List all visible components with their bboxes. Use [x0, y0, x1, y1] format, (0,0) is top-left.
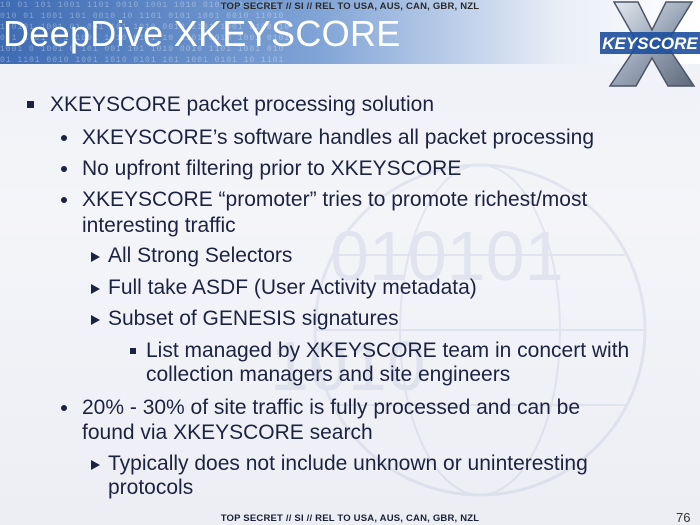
bullet-level4-continuation: collection managers and site engineers [146, 363, 511, 386]
bullet-dot-icon [61, 405, 67, 411]
bullet-level2: XKEYSCORE’s software handles all packet … [82, 126, 595, 149]
bullet-dot-icon [61, 166, 67, 172]
bullet-level4: List managed by XKEYSCORE team in concer… [146, 339, 630, 362]
classification-banner-bottom: TOP SECRET // SI // REL TO USA, AUS, CAN… [220, 513, 480, 524]
bullet-level2: XKEYSCORE “promoter” tries to promote ri… [82, 188, 588, 211]
bullet-triangle-icon [91, 315, 100, 325]
bullet-level2: 20% - 30% of site traffic is fully proce… [82, 396, 581, 419]
bullet-triangle-icon [91, 284, 100, 294]
bullet-level2-continuation: found via XKEYSCORE search [82, 421, 373, 444]
bullet-dot-icon [61, 135, 67, 141]
bullet-level3: Full take ASDF (User Activity metadata) [108, 276, 477, 299]
bullet-level3: All Strong Selectors [108, 244, 293, 267]
bullet-list: XKEYSCORE packet processing solution XKE… [0, 0, 700, 525]
bullet-dot-icon [61, 197, 67, 203]
bullet-square-small-icon [130, 348, 136, 354]
bullet-triangle-icon [91, 460, 100, 470]
bullet-level1: XKEYSCORE packet processing solution [50, 93, 435, 116]
bullet-level3: Typically does not include unknown or un… [108, 452, 588, 475]
bullet-level3-continuation: protocols [108, 476, 194, 499]
bullet-level3: Subset of GENESIS signatures [108, 307, 399, 330]
bullet-square-icon [27, 101, 34, 108]
bullet-level2: No upfront filtering prior to XKEYSCORE [82, 157, 462, 180]
bullet-level2-continuation: interesting traffic [82, 214, 236, 237]
bullet-triangle-icon [91, 252, 100, 262]
page-number: 76 [676, 510, 691, 525]
